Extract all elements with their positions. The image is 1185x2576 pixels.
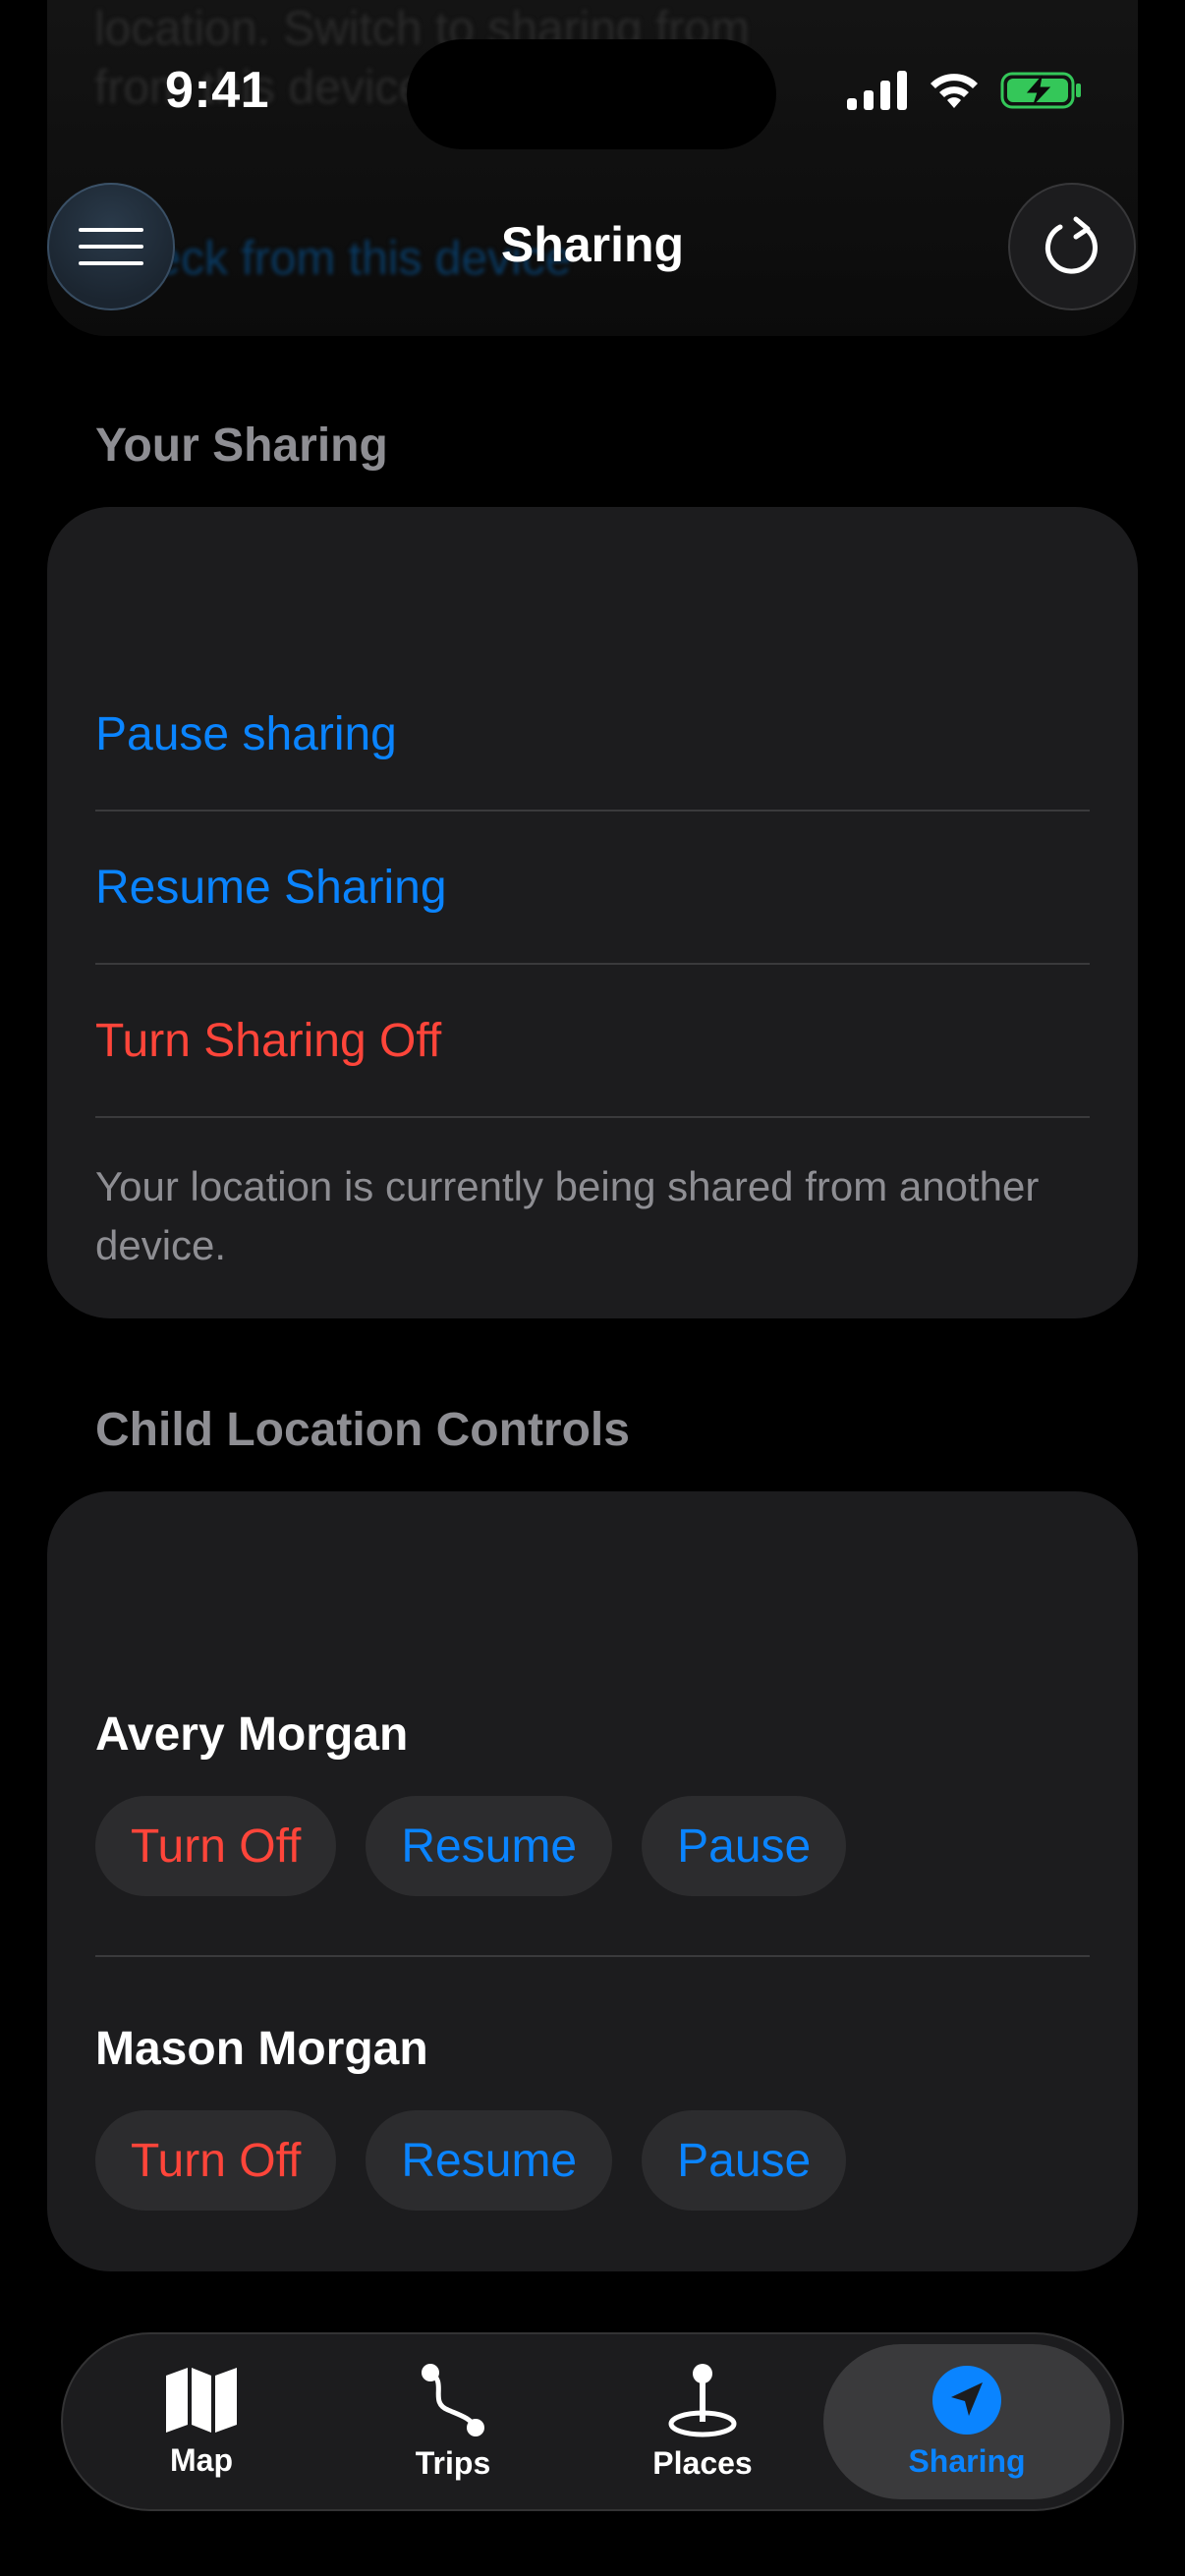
tab-trips[interactable]: Trips <box>328 2344 578 2499</box>
divider <box>95 1955 1090 1957</box>
section-header-child-controls: Child Location Controls <box>95 1404 630 1456</box>
divider <box>95 810 1090 812</box>
pause-button[interactable]: Pause <box>642 2110 847 2211</box>
dynamic-island <box>407 39 776 149</box>
tab-places[interactable]: Places <box>578 2344 827 2499</box>
location-arrow-icon <box>932 2365 1001 2435</box>
your-sharing-card: Pause sharing Resume Sharing Turn Sharin… <box>47 507 1138 1318</box>
child-controls-card: Avery Morgan Turn Off Resume Pause Mason… <box>47 1491 1138 2271</box>
status-time: 9:41 <box>165 62 270 119</box>
section-header-your-sharing: Your Sharing <box>95 420 388 472</box>
divider <box>95 1116 1090 1118</box>
child-action-row: Turn Off Resume Pause <box>95 2110 847 2211</box>
child-name: Avery Morgan <box>95 1708 409 1761</box>
cellular-signal-icon <box>847 71 907 110</box>
resume-button[interactable]: Resume <box>366 2110 613 2211</box>
route-icon <box>422 2363 484 2436</box>
turn-sharing-off-button[interactable]: Turn Sharing Off <box>95 1014 1090 1068</box>
refresh-button[interactable] <box>1008 183 1136 310</box>
tab-bar: Map Trips Places Sharing <box>61 2332 1124 2511</box>
tab-label: Sharing <box>908 2442 1026 2479</box>
pause-sharing-button[interactable]: Pause sharing <box>95 707 1090 761</box>
sharing-footnote: Your location is currently being shared … <box>95 1163 1040 1268</box>
divider <box>95 963 1090 965</box>
child-name: Mason Morgan <box>95 2023 428 2075</box>
refresh-icon <box>1045 216 1098 274</box>
turn-off-button[interactable]: Turn Off <box>95 1796 337 1896</box>
tab-label: Trips <box>415 2444 491 2481</box>
tab-label: Places <box>652 2444 753 2481</box>
battery-charging-icon <box>1000 72 1081 109</box>
status-bar: 9:41 <box>0 0 1185 196</box>
turn-off-button[interactable]: Turn Off <box>95 2110 337 2211</box>
map-icon <box>166 2367 237 2433</box>
pause-button[interactable]: Pause <box>642 1796 847 1896</box>
status-icons <box>847 71 1083 110</box>
tab-map[interactable]: Map <box>77 2344 326 2499</box>
wifi-icon <box>931 74 978 108</box>
tab-sharing[interactable]: Sharing <box>823 2344 1110 2499</box>
tab-label: Map <box>170 2441 233 2478</box>
resume-sharing-button[interactable]: Resume Sharing <box>95 861 1090 915</box>
resume-button[interactable]: Resume <box>366 1796 613 1896</box>
child-action-row: Turn Off Resume Pause <box>95 1796 847 1896</box>
pin-icon <box>668 2363 737 2436</box>
